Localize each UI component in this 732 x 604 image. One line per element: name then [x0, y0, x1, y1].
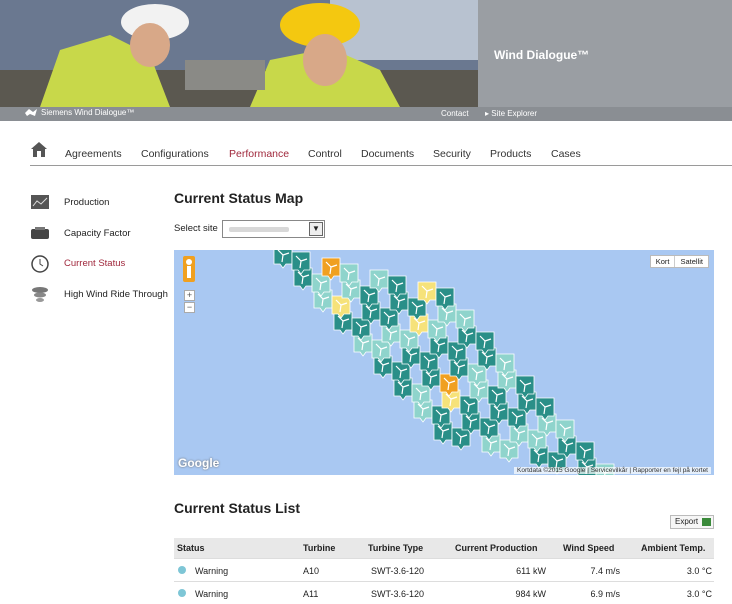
chart-icon [31, 195, 49, 209]
pegman-icon[interactable] [183, 256, 195, 282]
cell-status: Warning [195, 566, 229, 576]
cell-production: 611 kW [516, 566, 546, 576]
export-label: Export [675, 517, 699, 526]
logo-text: Siemens Wind Dialogue™ [41, 108, 135, 117]
col-turbine-type[interactable]: Turbine Type [368, 543, 423, 553]
sidebar-item-high-wind[interactable]: High Wind Ride Through [30, 286, 180, 308]
selected-site-value [229, 227, 289, 232]
nav-performance[interactable]: Performance [229, 148, 289, 160]
contact-link[interactable]: Contact [441, 109, 469, 118]
status-table: Status Turbine Turbine Type Current Prod… [174, 538, 714, 604]
map-title: Current Status Map [174, 190, 304, 206]
map-type-control: Kort Satellit [649, 255, 709, 268]
sidebar-item-label: High Wind Ride Through [64, 289, 168, 300]
nav-agreements[interactable]: Agreements [65, 148, 122, 160]
nav-configurations[interactable]: Configurations [141, 148, 209, 160]
select-site-label: Select site [174, 223, 218, 234]
nav-control[interactable]: Control [308, 148, 342, 160]
map-type-satellit[interactable]: Satellit [674, 256, 708, 267]
col-ambient-temp[interactable]: Ambient Temp. [641, 543, 705, 553]
cell-turbine: A10 [303, 566, 320, 576]
battery-icon [31, 227, 49, 239]
map-type-kort[interactable]: Kort [651, 256, 675, 267]
zoom-out-button[interactable]: − [184, 302, 195, 313]
chevron-down-icon: ▼ [309, 222, 323, 236]
map-attribution[interactable]: Kortdata ©2015 Google | Servicevilkår | … [514, 467, 711, 474]
list-title: Current Status List [174, 500, 301, 516]
brand-title: Wind Dialogue™ [494, 48, 590, 62]
cell-temp: 3.0 °C [686, 566, 712, 576]
header-photo [0, 0, 478, 107]
nav-documents[interactable]: Documents [361, 148, 414, 160]
col-status[interactable]: Status [177, 543, 205, 553]
status-map[interactable]: Kort Satellit + − Google Kortdata ©2015 … [174, 250, 714, 475]
table-row[interactable]: Warning A11 SWT-3.6-120 984 kW 6.9 m/s 3… [174, 581, 714, 604]
cell-type: SWT-3.6-120 [371, 566, 425, 576]
nav-cases[interactable]: Cases [551, 148, 581, 160]
site-explorer-label: Site Explorer [491, 109, 538, 118]
turbine-marker[interactable] [451, 427, 471, 451]
zoom-in-button[interactable]: + [184, 290, 195, 301]
sidebar-item-capacity-factor[interactable]: Capacity Factor [30, 225, 180, 247]
sidebar-item-current-status[interactable]: Current Status [30, 255, 180, 277]
turbine-marker[interactable] [273, 250, 293, 269]
tornado-icon [32, 287, 48, 302]
top-strip: Siemens Wind Dialogue™ Contact ▸ Site Ex… [0, 107, 732, 121]
sidebar-item-label: Current Status [64, 258, 126, 269]
siemens-logo: Siemens Wind Dialogue™ [24, 108, 134, 117]
nav-security[interactable]: Security [433, 148, 471, 160]
table-header: Status Turbine Turbine Type Current Prod… [174, 538, 714, 558]
site-select[interactable]: ▼ [222, 220, 325, 238]
export-button[interactable]: Export [670, 515, 714, 529]
site-explorer-link[interactable]: ▸ Site Explorer [485, 109, 537, 118]
sidebar-item-production[interactable]: Production [30, 194, 180, 216]
cell-wind: 7.4 m/s [590, 566, 620, 576]
logo-icon [25, 109, 37, 116]
nav-products[interactable]: Products [490, 148, 531, 160]
turbine-markers-layer [273, 250, 615, 475]
workers-photo [0, 0, 478, 107]
col-current-production[interactable]: Current Production [455, 543, 538, 553]
turbine-marker[interactable] [499, 439, 519, 463]
sidebar-item-label: Production [64, 197, 110, 208]
status-dot-icon [178, 589, 186, 597]
table-row[interactable]: Warning A10 SWT-3.6-120 611 kW 7.4 m/s 3… [174, 558, 714, 581]
clock-icon [31, 255, 49, 273]
main-nav: Agreements Configurations Performance Co… [30, 138, 732, 166]
status-dot-icon [178, 566, 186, 574]
google-logo: Google [178, 456, 220, 470]
excel-icon [702, 518, 711, 526]
col-wind-speed[interactable]: Wind Speed [563, 543, 614, 553]
sidebar-item-label: Capacity Factor [64, 228, 131, 239]
home-icon[interactable] [30, 140, 48, 158]
col-turbine[interactable]: Turbine [303, 543, 335, 553]
brand-panel: Wind Dialogue™ [478, 0, 732, 107]
